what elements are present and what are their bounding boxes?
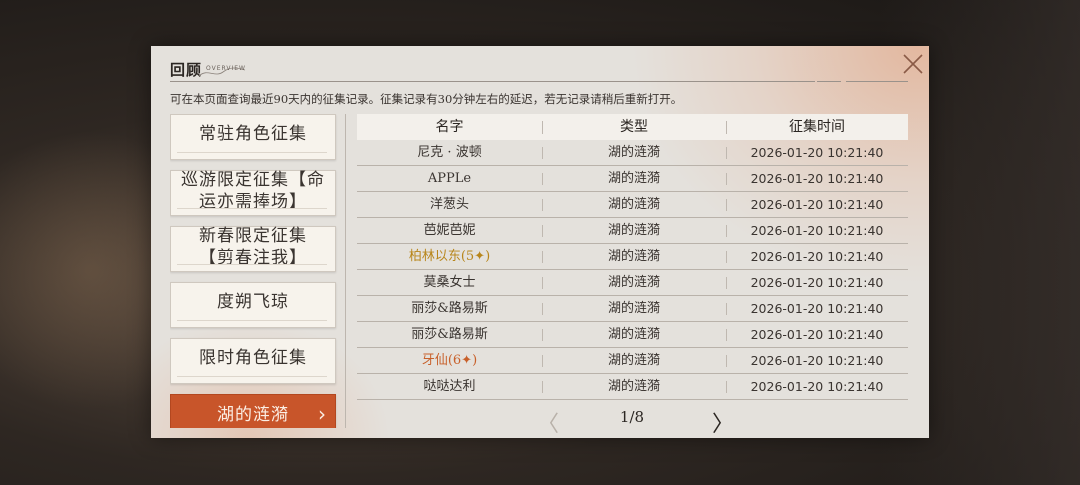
pagination: 〈 1/8 〉 [357, 404, 908, 437]
table-row: 牙仙(6✦) 湖的涟漪 2026-01-20 10:21:40 [357, 348, 908, 374]
cell-type: 湖的涟漪 [607, 197, 660, 212]
cell-time: 2026-01-20 10:21:40 [750, 275, 884, 290]
cell-name: 牙仙(6✦) [421, 353, 478, 368]
banner-item-label: 限时角色征集 [199, 348, 307, 368]
table-row: 丽莎&路易斯 湖的涟漪 2026-01-20 10:21:40 [357, 296, 908, 322]
banner-item-rule [177, 152, 327, 153]
cell-type: 湖的涟漪 [607, 145, 660, 160]
cell-name: 丽莎&路易斯 [411, 301, 488, 316]
cell-type: 湖的涟漪 [607, 275, 660, 290]
table-row: APPLe 湖的涟漪 2026-01-20 10:21:40 [357, 166, 908, 192]
notice-text: 可在本页面查询最近90天内的征集记录。征集记录有30分钟左右的延迟，若无记录请稍… [170, 92, 683, 106]
records-table: 名字 类型 征集时间 尼克 · 波顿 湖的涟漪 2026-01-20 10:21:4… [357, 114, 908, 400]
cell-type: 湖的涟漪 [607, 249, 660, 264]
table-row: 哒哒达利 湖的涟漪 2026-01-20 10:21:40 [357, 374, 908, 400]
cell-time: 2026-01-20 10:21:40 [750, 197, 884, 212]
cell-type: 湖的涟漪 [607, 171, 660, 186]
banner-item-limited-character[interactable]: 限时角色征集 [170, 338, 336, 384]
cell-type: 湖的涟漪 [607, 301, 660, 316]
header-divider [170, 81, 815, 82]
table-row: 尼克 · 波顿 湖的涟漪 2026-01-20 10:21:40 [357, 140, 908, 166]
banner-item-lake-ripples[interactable]: 湖的涟漪 › [170, 394, 336, 428]
banner-item-label: 度朔飞琼 [217, 292, 289, 312]
banner-item-standard[interactable]: 常驻角色征集 [170, 114, 336, 160]
history-dialog: 回顾 OVERVIEW 可在本页面查询最近90天内的征集记录。征集记录有30分钟… [151, 46, 929, 438]
close-button[interactable] [899, 50, 927, 78]
chevron-right-icon[interactable]: 〉 [712, 406, 734, 438]
sidebar-divider [345, 114, 346, 428]
banner-item-label: 湖的涟漪 [217, 405, 289, 425]
cell-name: 尼克 · 波顿 [417, 145, 482, 160]
banner-item-label: 新春限定征集【剪春注我】 [199, 226, 307, 268]
cell-type: 湖的涟漪 [607, 379, 660, 394]
banner-item-rule [177, 376, 327, 377]
table-row: 洋葱头 湖的涟漪 2026-01-20 10:21:40 [357, 192, 908, 218]
banner-item-dushuo-feiqiong[interactable]: 度朔飞琼 [170, 282, 336, 328]
cell-time: 2026-01-20 10:21:40 [750, 145, 884, 160]
table-row: 莫桑女士 湖的涟漪 2026-01-20 10:21:40 [357, 270, 908, 296]
cell-time: 2026-01-20 10:21:40 [750, 301, 884, 316]
cell-type: 湖的涟漪 [607, 327, 660, 342]
cell-type: 湖的涟漪 [607, 223, 660, 238]
cell-name: 芭妮芭妮 [423, 223, 476, 238]
banner-list: 常驻角色征集 巡游限定征集【命运亦需捧场】 新春限定征集【剪春注我】 度朔飞琼 … [170, 114, 338, 428]
cell-time: 2026-01-20 10:21:40 [750, 353, 884, 368]
cell-name: 哒哒达利 [423, 379, 476, 394]
table-header: 名字 类型 征集时间 [357, 114, 908, 140]
cell-type: 湖的涟漪 [607, 353, 660, 368]
close-icon [903, 54, 923, 74]
dialog-subtitle: OVERVIEW [206, 65, 246, 72]
chevron-left-icon[interactable]: 〈 [537, 406, 559, 438]
cell-name: 莫桑女士 [423, 275, 476, 290]
cell-name: 丽莎&路易斯 [411, 327, 488, 342]
table-row: 柏林以东(5✦) 湖的涟漪 2026-01-20 10:21:40 [357, 244, 908, 270]
table-row: 丽莎&路易斯 湖的涟漪 2026-01-20 10:21:40 [357, 322, 908, 348]
column-header-time: 征集时间 [789, 119, 845, 135]
cell-time: 2026-01-20 10:21:40 [750, 249, 884, 264]
cell-time: 2026-01-20 10:21:40 [750, 171, 884, 186]
table-body: 尼克 · 波顿 湖的涟漪 2026-01-20 10:21:40 APPLe 湖的涟漪 2… [357, 140, 908, 400]
banner-item-parade-limited[interactable]: 巡游限定征集【命运亦需捧场】 [170, 170, 336, 216]
column-header-name: 名字 [435, 119, 464, 135]
cell-name: 柏林以东(5✦) [408, 249, 491, 264]
banner-item-rule [177, 320, 327, 321]
cell-name: APPLe [427, 171, 472, 186]
page-indicator: 1/8 [619, 408, 645, 426]
table-row: 芭妮芭妮 湖的涟漪 2026-01-20 10:21:40 [357, 218, 908, 244]
cell-time: 2026-01-20 10:21:40 [750, 223, 884, 238]
banner-item-spring-limited[interactable]: 新春限定征集【剪春注我】 [170, 226, 336, 272]
cell-name: 洋葱头 [429, 197, 469, 212]
banner-item-rule [177, 208, 327, 209]
cell-time: 2026-01-20 10:21:40 [750, 379, 884, 394]
chevron-right-icon: › [318, 402, 327, 426]
column-header-type: 类型 [620, 119, 648, 135]
cell-time: 2026-01-20 10:21:40 [750, 327, 884, 342]
header-divider-right [846, 81, 908, 82]
banner-item-rule [177, 264, 327, 265]
banner-item-label: 常驻角色征集 [199, 124, 307, 144]
header-divider-short [817, 81, 841, 82]
banner-item-label: 巡游限定征集【命运亦需捧场】 [181, 170, 325, 212]
